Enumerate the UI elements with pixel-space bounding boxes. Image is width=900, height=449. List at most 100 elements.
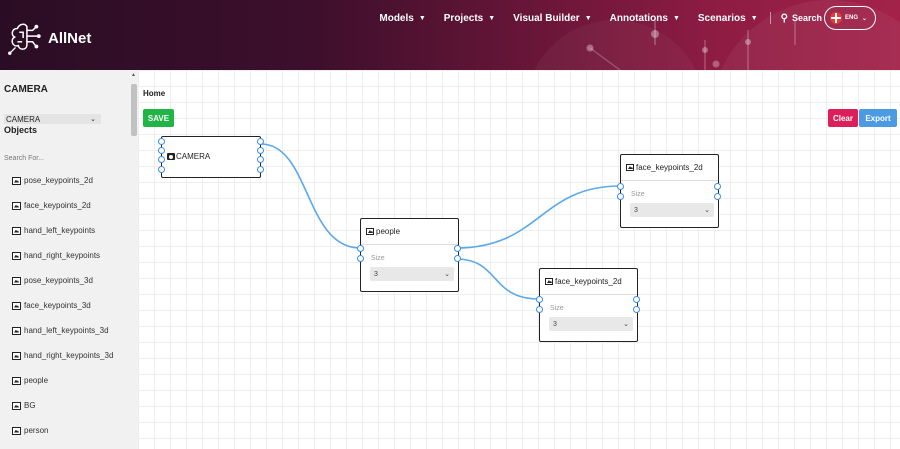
output-port[interactable]: [633, 296, 640, 303]
save-button[interactable]: SAVE: [143, 109, 174, 127]
size-select-value: 3: [634, 206, 638, 214]
node-title: CAMERA: [167, 152, 210, 161]
sidebar-object-item[interactable]: hand_left_keypoints_3d: [12, 318, 113, 343]
sidebar-object-label: people: [24, 376, 49, 385]
sidebar-object-item[interactable]: hand_right_keypoints_3d: [12, 343, 113, 368]
image-icon: [12, 351, 21, 360]
node-divider: [361, 244, 458, 245]
input-port[interactable]: [158, 156, 165, 163]
size-select-value: 3: [553, 320, 557, 328]
node-face-keypoints-2[interactable]: face_keypoints_2d Size 3 ⌄: [536, 268, 640, 342]
sidebar-scrollbar[interactable]: ▲: [130, 70, 138, 449]
search-label: Search: [791, 13, 822, 23]
nav-label: Scenarios: [697, 12, 746, 24]
objects-heading: Objects: [4, 125, 38, 135]
sidebar-object-item[interactable]: BG: [12, 393, 113, 418]
breadcrumb[interactable]: Home: [143, 89, 165, 98]
node-camera[interactable]: CAMERA: [158, 136, 264, 178]
node-title-text: CAMERA: [176, 152, 211, 161]
language-selector[interactable]: ENG ⌄: [824, 6, 876, 30]
nav-label: Models: [379, 12, 414, 24]
nav-search[interactable]: ⚲ Search: [781, 13, 822, 24]
flag-icon: [830, 12, 842, 24]
input-port[interactable]: [158, 138, 165, 145]
brain-circuit-icon: [8, 23, 41, 55]
node-title-text: people: [376, 227, 401, 236]
output-port[interactable]: [454, 245, 461, 252]
image-icon: [12, 326, 21, 335]
sidebar-object-item[interactable]: face_keypoints_3d: [12, 293, 113, 318]
input-port[interactable]: [536, 306, 543, 313]
chevron-down-icon: ▼: [750, 14, 758, 22]
size-label: Size: [371, 255, 385, 262]
sidebar-object-label: pose_keypoints_2d: [24, 176, 93, 185]
sidebar-object-item[interactable]: pose_keypoints_2d: [12, 168, 113, 193]
builder-canvas[interactable]: [138, 70, 900, 449]
input-port[interactable]: [158, 147, 165, 154]
image-icon: [12, 176, 21, 185]
node-divider: [621, 180, 718, 181]
input-port[interactable]: [357, 245, 364, 252]
output-port[interactable]: [714, 183, 721, 190]
output-port[interactable]: [714, 193, 721, 200]
size-label: Size: [550, 305, 564, 312]
chevron-down-icon: ⌄: [704, 207, 710, 214]
size-select[interactable]: 3 ⌄: [630, 203, 714, 217]
sidebar-object-item[interactable]: people: [12, 368, 113, 393]
sidebar-object-item[interactable]: hand_left_keypoints: [12, 218, 113, 243]
image-icon: [545, 278, 553, 285]
chevron-down-icon: ⌄: [862, 15, 868, 22]
nav-label: Projects: [443, 12, 484, 24]
sidebar-object-label: pose_keypoints_3d: [24, 276, 93, 285]
output-port[interactable]: [257, 147, 264, 154]
sidebar-object-item[interactable]: hand_right_keypoints: [12, 243, 113, 268]
language-label: ENG: [845, 15, 859, 21]
camera-select-value: CAMERA: [6, 114, 41, 124]
output-port[interactable]: [633, 306, 640, 313]
node-people[interactable]: people Size 3 ⌄: [357, 218, 461, 292]
scroll-up-arrow-icon[interactable]: ▲: [131, 72, 136, 78]
node-title: people: [366, 227, 400, 236]
nav-item-models[interactable]: Models ▼: [379, 13, 425, 24]
nav-divider: [769, 12, 771, 24]
input-port[interactable]: [158, 166, 165, 173]
export-button[interactable]: Export: [859, 109, 897, 127]
input-port[interactable]: [617, 193, 624, 200]
sidebar-title: CAMERA: [4, 84, 48, 95]
chevron-down-icon: ▼: [488, 14, 496, 22]
clear-button[interactable]: Clear: [828, 109, 858, 127]
camera-select[interactable]: CAMERA ⌄: [4, 114, 101, 124]
nav-item-visual-builder[interactable]: Visual Builder ▼: [513, 13, 591, 24]
sidebar-object-label: hand_left_keypoints_3d: [24, 326, 109, 335]
nav-item-projects[interactable]: Projects ▼: [444, 13, 495, 24]
output-port[interactable]: [454, 255, 461, 262]
image-icon: [12, 251, 21, 260]
output-port[interactable]: [257, 166, 264, 173]
sidebar-object-item[interactable]: face_keypoints_2d: [12, 193, 113, 218]
node-face-keypoints-1[interactable]: face_keypoints_2d Size 3 ⌄: [617, 154, 721, 228]
size-select[interactable]: 3 ⌄: [370, 267, 454, 281]
main-nav: Models ▼ Projects ▼ Visual Builder ▼ Annota…: [379, 0, 900, 36]
input-port[interactable]: [617, 183, 624, 190]
size-select[interactable]: 3 ⌄: [549, 317, 633, 331]
size-label: Size: [631, 191, 645, 198]
nav-item-annotations[interactable]: Annotations ▼: [610, 13, 680, 24]
scrollbar-thumb[interactable]: [131, 84, 137, 136]
objects-list: pose_keypoints_2d face_keypoints_2d hand_l…: [12, 172, 113, 447]
sidebar-object-item[interactable]: person: [12, 418, 113, 443]
input-port[interactable]: [357, 255, 364, 262]
objects-search-input[interactable]: Search For...: [4, 155, 44, 162]
brand-logo[interactable]: AllNet: [6, 18, 116, 58]
input-port[interactable]: [536, 296, 543, 303]
search-icon: ⚲: [780, 12, 788, 24]
camera-icon: [167, 153, 175, 160]
sidebar-object-label: face_keypoints_2d: [24, 201, 91, 210]
image-icon: [12, 226, 21, 235]
nav-item-scenarios[interactable]: Scenarios ▼: [698, 13, 758, 24]
image-icon: [12, 301, 21, 310]
sidebar-object-item[interactable]: pose_keypoints_3d: [12, 268, 113, 293]
output-port[interactable]: [257, 156, 264, 163]
output-port[interactable]: [257, 138, 264, 145]
top-header: AllNet Models ▼ Projects ▼ Visual Builder ▼…: [0, 0, 900, 70]
image-icon: [626, 164, 634, 171]
